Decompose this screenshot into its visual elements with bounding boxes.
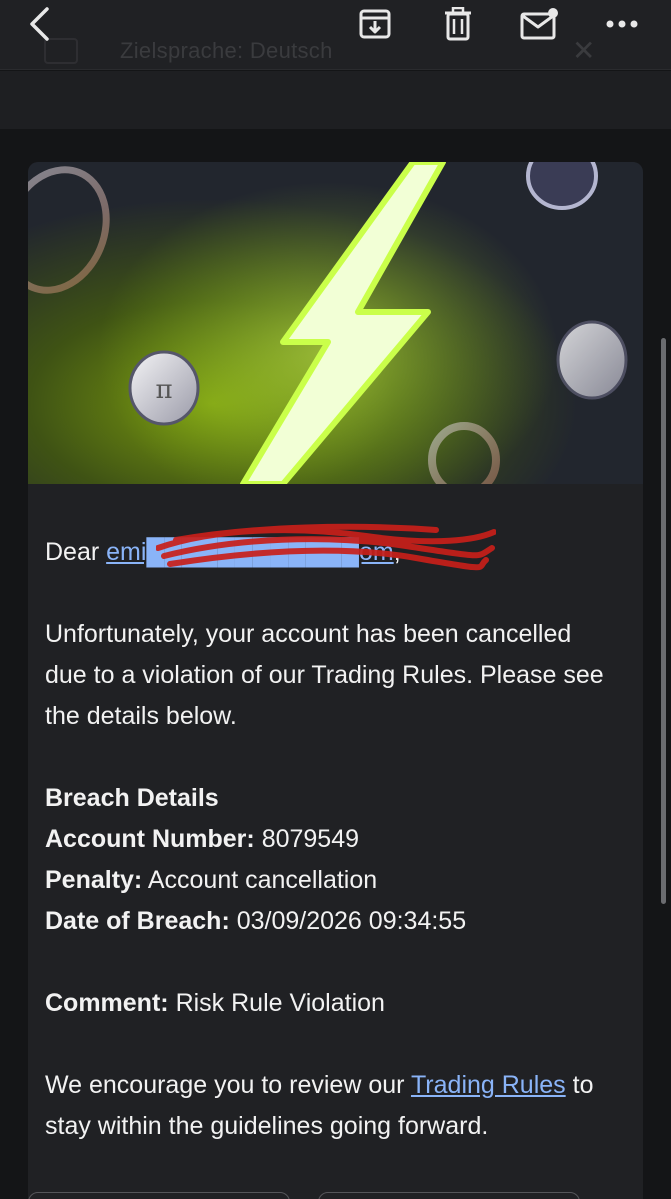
mark-unread-button[interactable] — [518, 4, 562, 44]
more-horizontal-icon — [606, 20, 638, 28]
forward-button-outline[interactable] — [318, 1192, 580, 1199]
trading-rules-link[interactable]: Trading Rules — [411, 1071, 566, 1099]
greeting-line: Dear emi████████████om , — [45, 523, 605, 573]
close-icon: ✕ — [572, 35, 596, 66]
mail-unread-icon — [520, 8, 558, 40]
delete-button[interactable] — [438, 4, 478, 44]
back-button[interactable] — [20, 4, 60, 44]
account-number-value: 8079549 — [261, 825, 360, 853]
subject-band — [0, 71, 671, 129]
penalty-row: Penalty: Account cancellation — [45, 860, 605, 901]
outro-paragraph: We encourage you to review our Trading R… — [45, 1065, 605, 1147]
greeting-suffix: , — [393, 538, 401, 566]
comment-row: Comment: Risk Rule Violation — [45, 983, 605, 1024]
greeting-prefix: Dear — [45, 538, 100, 566]
penalty-label: Penalty: — [45, 866, 143, 894]
outro-before: We encourage you to review our — [45, 1071, 405, 1099]
archive-icon — [359, 9, 391, 39]
lightning-coins-illustration: π — [28, 162, 628, 484]
ghost-header: Zielsprache: Deutsch ✕ — [0, 30, 671, 70]
recipient-email-link[interactable]: emi████████████om — [106, 538, 394, 566]
scrollbar[interactable] — [661, 338, 666, 904]
breach-heading: Breach Details — [45, 784, 219, 812]
more-options-button[interactable] — [602, 4, 642, 44]
breach-date-label: Date of Breach: — [45, 907, 230, 935]
email-body-card: π Dear emi████████████om , Unfortunately… — [28, 162, 643, 1199]
chevron-left-icon — [30, 7, 49, 41]
trash-icon — [445, 7, 471, 41]
account-number-row: Account Number: 8079549 — [45, 819, 605, 860]
hero-banner-image: π — [28, 162, 643, 484]
email-content: Dear emi████████████om , Unfortunately, … — [45, 523, 605, 1147]
svg-text:π: π — [155, 375, 172, 405]
archive-button[interactable] — [355, 4, 395, 44]
ghost-header-text: Zielsprache: Deutsch — [120, 38, 333, 63]
breach-date-row: Date of Breach: 03/09/2026 09:34:55 — [45, 901, 605, 942]
comment-label: Comment: — [45, 989, 169, 1017]
reply-button-outline[interactable] — [28, 1192, 290, 1199]
penalty-value: Account cancellation — [147, 866, 378, 894]
account-number-label: Account Number: — [45, 825, 255, 853]
comment-value: Risk Rule Violation — [175, 989, 385, 1017]
toolbar: Zielsprache: Deutsch ✕ — [0, 0, 671, 70]
breach-date-value: 03/09/2026 09:34:55 — [236, 907, 467, 935]
intro-paragraph: Unfortunately, your account has been can… — [45, 620, 604, 730]
